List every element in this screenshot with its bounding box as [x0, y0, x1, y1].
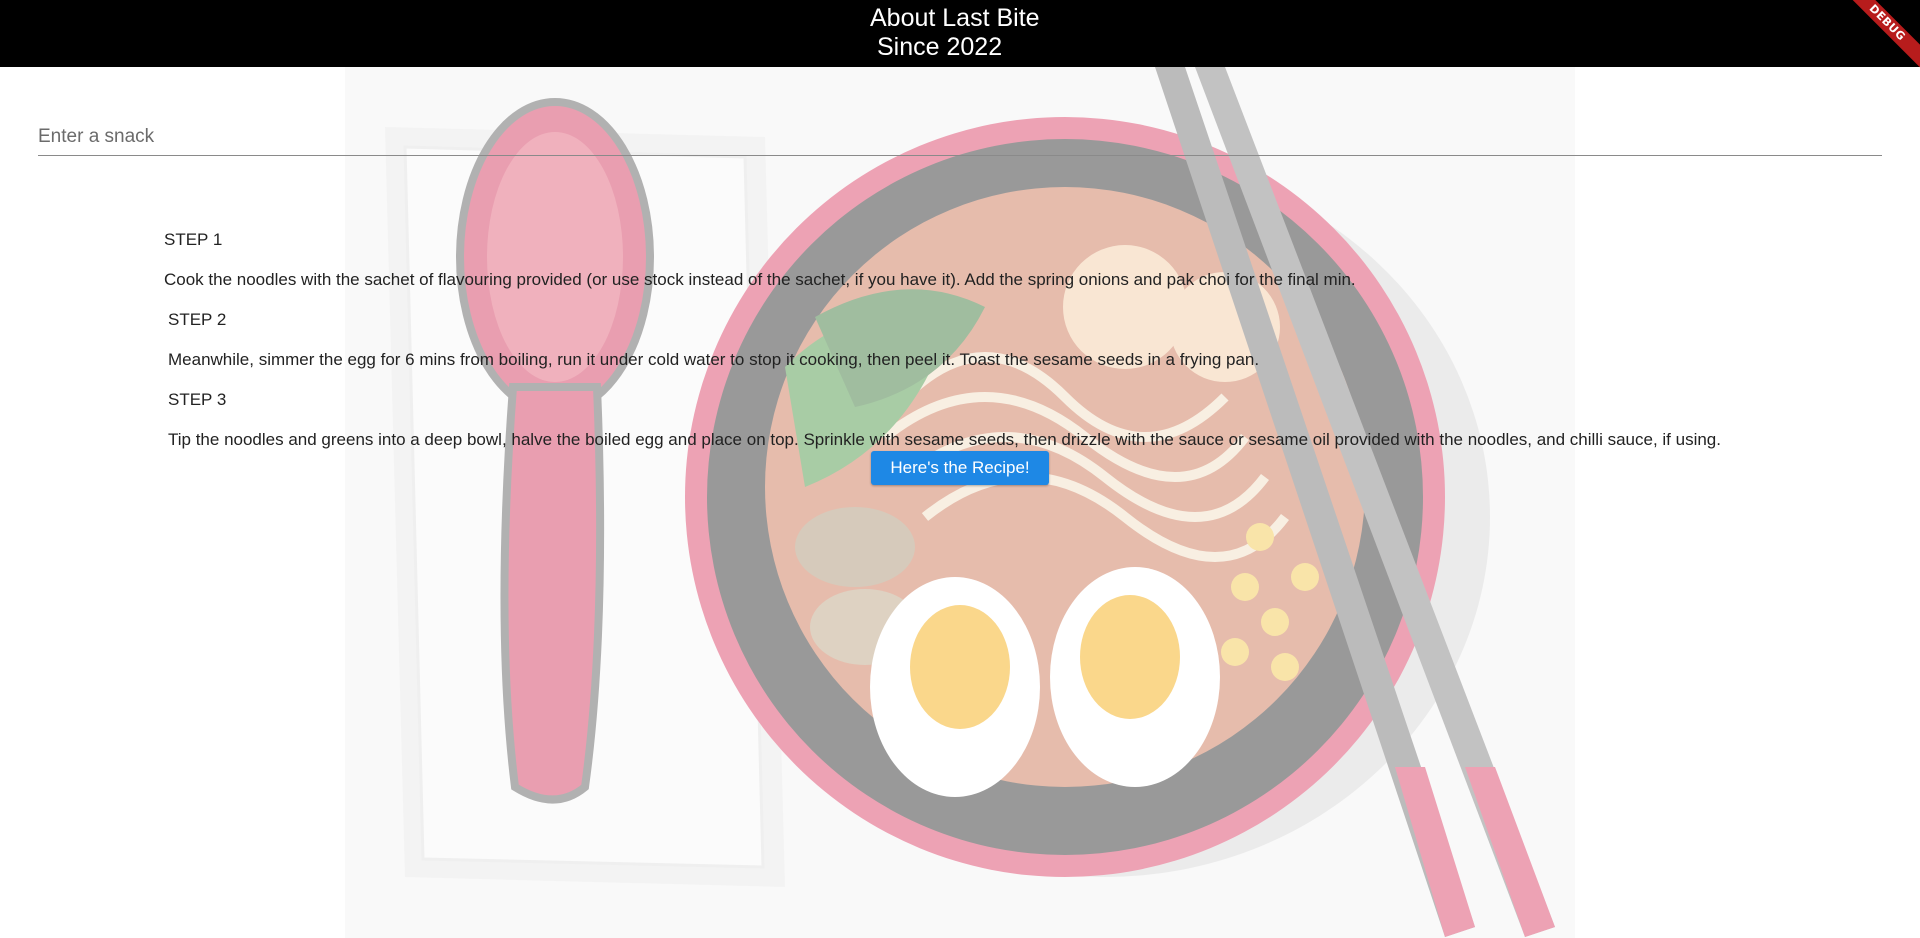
step-3-title: STEP 3 [168, 390, 227, 409]
step-2-title: STEP 2 [168, 310, 227, 329]
step-3-text: Tip the noodles and greens into a deep b… [168, 430, 1721, 449]
step-2-text: Meanwhile, simmer the egg for 6 mins fro… [168, 350, 1260, 369]
app-bar: About Last Bite Since 2022 [0, 0, 1920, 67]
step-1-text: Cook the noodles with the sachet of flav… [164, 270, 1356, 289]
debug-ribbon-label: DEBUG [1850, 0, 1920, 70]
page-body: STEP 1 Cook the noodles with the sachet … [0, 67, 1920, 938]
app-subtitle: Since 2022 [877, 33, 1003, 61]
step-1-title: STEP 1 [164, 230, 223, 249]
app-title: About Last Bite [870, 4, 1040, 32]
recipe-steps: STEP 1 Cook the noodles with the sachet … [0, 67, 1920, 938]
get-recipe-button[interactable]: Here's the Recipe! [871, 451, 1049, 485]
debug-banner: DEBUG [1850, 0, 1920, 70]
